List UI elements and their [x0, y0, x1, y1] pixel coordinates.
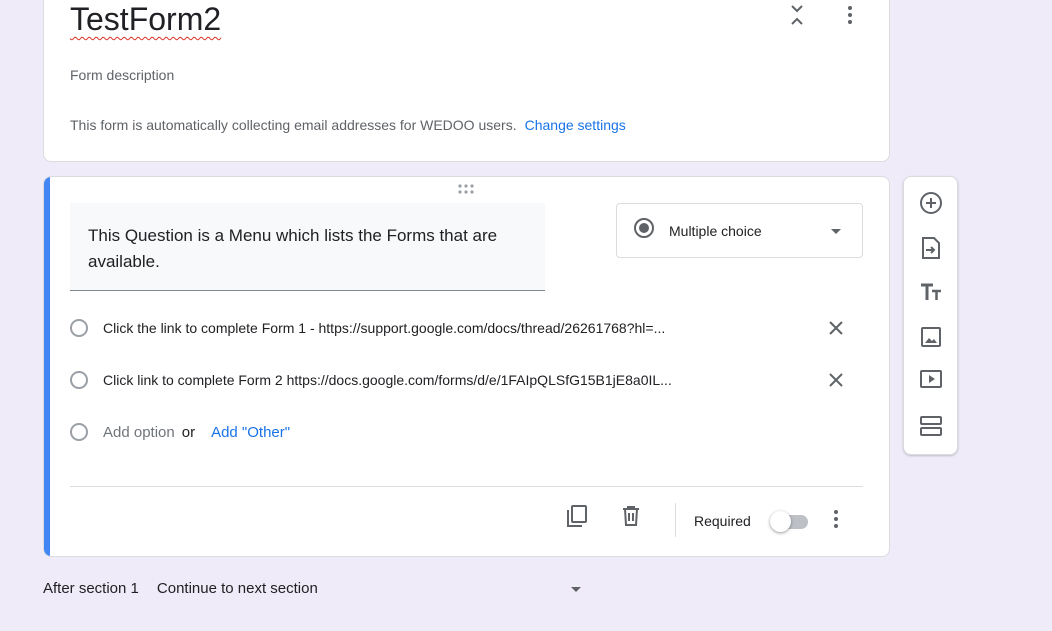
more-vert-icon[interactable]: [836, 1, 864, 29]
dropdown-arrow-icon: [570, 580, 582, 597]
dropdown-arrow-icon: [830, 222, 842, 240]
more-vert-icon[interactable]: [824, 505, 848, 533]
delete-icon[interactable]: [618, 503, 644, 529]
add-other-link[interactable]: Add "Other": [211, 424, 290, 441]
after-section-value: Continue to next section: [156, 580, 318, 597]
question-title-input[interactable]: This Question is a Menu which lists the …: [70, 203, 545, 291]
add-option-row: Add option or Add "Other": [70, 417, 870, 447]
required-toggle[interactable]: [770, 511, 810, 532]
add-title-icon[interactable]: [917, 278, 945, 306]
floating-toolbar: [903, 176, 958, 455]
focus-indicator: [44, 177, 50, 556]
import-questions-icon[interactable]: [917, 234, 945, 262]
after-section-dropdown[interactable]: Continue to next section: [157, 580, 582, 597]
add-option-input[interactable]: Add option: [103, 424, 175, 441]
option-text-input[interactable]: Click link to complete Form 2 https://do…: [103, 372, 753, 388]
remove-option-icon[interactable]: [824, 316, 848, 340]
drag-handle-icon[interactable]: [456, 183, 480, 197]
add-section-icon[interactable]: [917, 412, 945, 440]
collapse-icon[interactable]: [783, 1, 811, 29]
email-note-text: This form is automatically collecting em…: [70, 117, 517, 133]
option-text-input[interactable]: Click the link to complete Form 1 - http…: [103, 320, 753, 336]
form-title-card: TestForm2 Form description This form is …: [43, 0, 890, 162]
form-description-input[interactable]: Form description: [70, 67, 174, 83]
change-settings-link[interactable]: Change settings: [525, 117, 626, 133]
add-question-icon[interactable]: [917, 189, 945, 217]
add-video-icon[interactable]: [917, 365, 945, 393]
radio-icon: [70, 371, 88, 389]
after-section-label: After section 1: [43, 580, 139, 597]
or-label: or: [181, 423, 196, 441]
divider: [70, 486, 863, 487]
required-label: Required: [694, 513, 751, 529]
after-section-nav: After section 1 Continue to next section: [43, 580, 582, 597]
add-image-icon[interactable]: [917, 323, 945, 351]
radio-icon: [70, 423, 88, 441]
duplicate-icon[interactable]: [564, 503, 590, 529]
toggle-thumb: [770, 511, 791, 532]
footer-separator: [675, 503, 676, 537]
remove-option-icon[interactable]: [824, 368, 848, 392]
option-row: Click the link to complete Form 1 - http…: [70, 313, 870, 343]
question-card[interactable]: This Question is a Menu which lists the …: [43, 176, 890, 557]
radio-checked-icon: [633, 217, 655, 244]
option-row: Click link to complete Form 2 https://do…: [70, 365, 870, 395]
radio-icon: [70, 319, 88, 337]
email-collection-note: This form is automatically collecting em…: [70, 117, 626, 133]
form-title[interactable]: TestForm2: [70, 1, 221, 38]
question-type-label: Multiple choice: [669, 222, 762, 239]
question-type-dropdown[interactable]: Multiple choice: [616, 203, 863, 258]
